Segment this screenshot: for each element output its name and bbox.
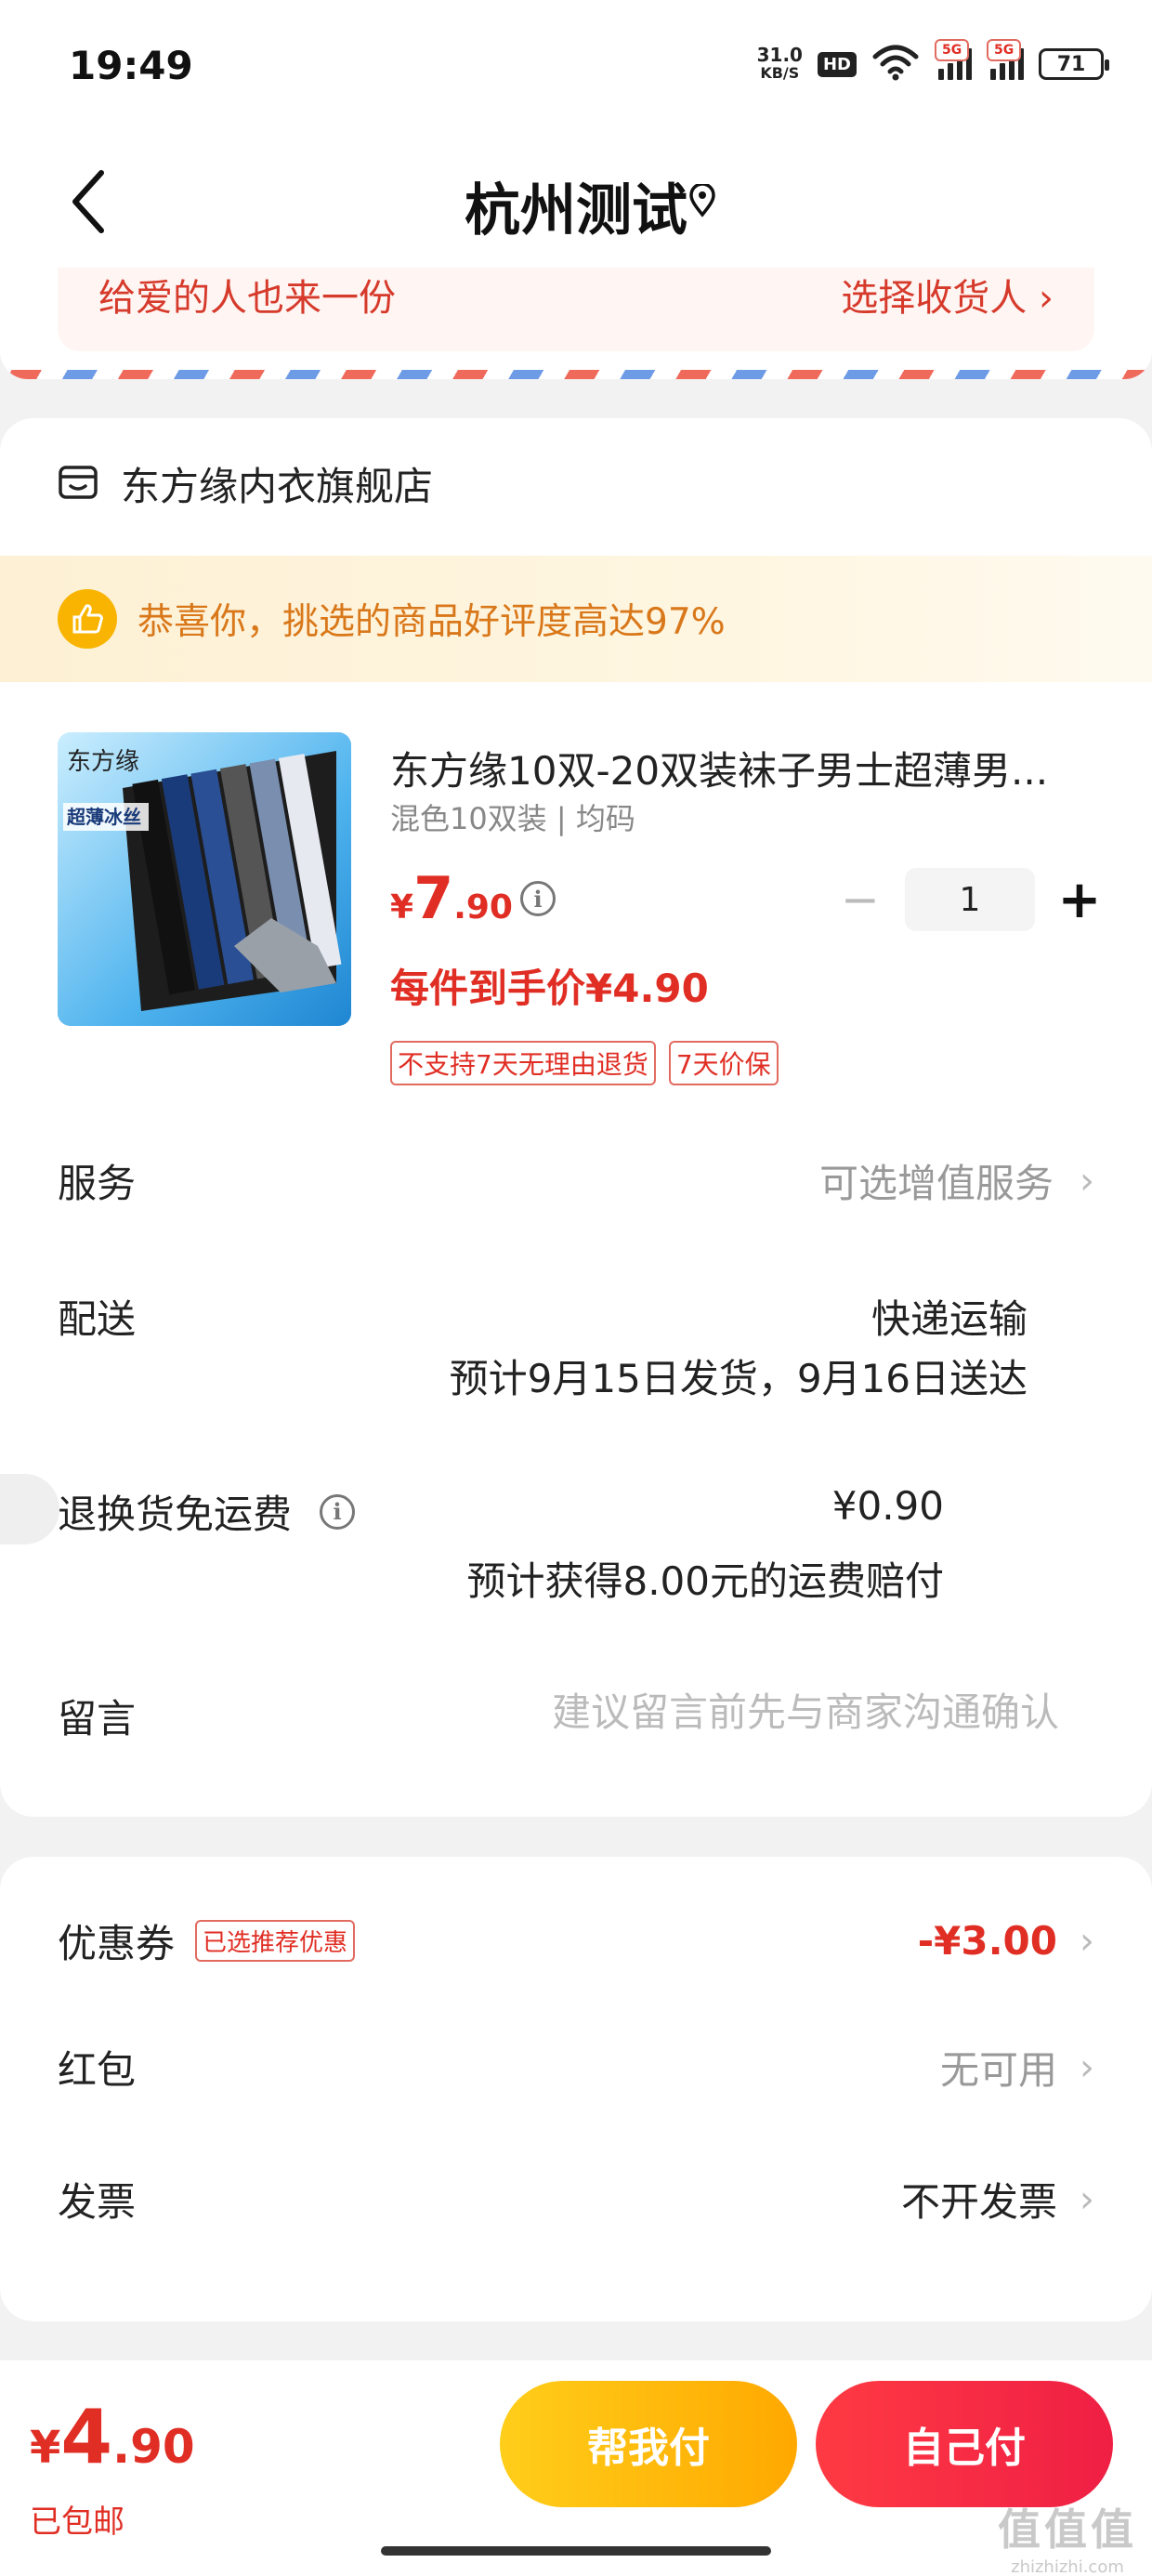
service-row[interactable]: 服务 可选增值服务 › — [58, 1152, 1094, 1209]
store-icon — [58, 462, 98, 506]
delivery-schedule: 预计9月15日发货，9月16日送达 — [449, 1356, 1028, 1401]
image-label: 超薄冰丝 — [66, 806, 141, 828]
signal-icon-1: 5G — [935, 39, 972, 80]
chevron-right-icon: › — [1080, 1919, 1094, 1963]
product-title[interactable]: 东方缘10双-20双装袜子男士超薄男... — [390, 740, 1096, 796]
battery-icon: 71 — [1039, 48, 1109, 80]
delivery-label: 配送 — [58, 1296, 137, 1342]
delivery-method[interactable]: 快递运输 — [871, 1288, 1028, 1345]
return-shipping-price: ¥0.90 — [831, 1483, 944, 1529]
gift-hint: 给爱的人也来一份 — [98, 277, 396, 320]
praise-text: 恭喜你，挑选的商品好评度高达97% — [137, 601, 726, 643]
quantity-stepper: − 1 + — [832, 868, 1107, 931]
select-receiver-link[interactable]: 选择收货人 › — [841, 268, 1054, 322]
quantity-value[interactable]: 1 — [905, 868, 1035, 931]
total-integer: 4 — [60, 2394, 113, 2480]
thumbs-up-icon — [58, 589, 117, 649]
wifi-icon — [871, 44, 920, 85]
coupon-recommended-tag: 已选推荐优惠 — [195, 1920, 356, 1962]
status-icons: 31.0 KB/S HD 5G 5G 71 — [757, 39, 1109, 87]
invoice-value: 不开发票 — [900, 2179, 1057, 2225]
home-indicator[interactable] — [381, 2546, 771, 2556]
network-speed: 31.0 KB/S — [757, 46, 803, 83]
red-packet-row[interactable]: 红包 无可用 › — [58, 2039, 1094, 2096]
product-spec[interactable]: 混色10双装 | 均码 — [390, 795, 635, 838]
network-speed-unit: KB/S — [760, 64, 800, 82]
return-shipping-toggle[interactable] — [0, 1474, 59, 1544]
return-shipping-label-group: 退换货免运费 i — [58, 1483, 356, 1540]
status-bar: 19:49 31.0 KB/S HD 5G 5G 71 — [0, 0, 1152, 138]
signal-1-label: 5G — [935, 39, 970, 61]
total-decimal: .90 — [112, 2420, 195, 2474]
store-header[interactable]: 东方缘内衣旗舰店 — [58, 455, 433, 512]
battery-level: 71 — [1056, 52, 1086, 76]
product-tags: 不支持7天无理由退货 7天价保 — [390, 1041, 779, 1085]
chevron-right-icon: › — [1080, 2045, 1094, 2089]
info-icon[interactable]: i — [520, 881, 556, 916]
price-integer: 7 — [413, 864, 454, 932]
invoice-label: 发票 — [58, 2179, 137, 2225]
status-time: 19:49 — [69, 43, 193, 88]
red-packet-label: 红包 — [58, 2047, 137, 2093]
location-icon[interactable] — [684, 165, 721, 236]
decrease-quantity-button[interactable]: − — [832, 872, 888, 927]
page-title: 杭州测试 — [465, 178, 687, 243]
checkout-bar: ¥ 4 .90 已包邮 帮我付 自己付 — [0, 2360, 1152, 2576]
airmail-border — [0, 370, 1152, 379]
price-decimal: .90 — [453, 888, 513, 927]
chevron-right-icon: › — [1080, 1159, 1094, 1203]
message-label: 留言 — [58, 1696, 137, 1741]
order-card: 东方缘内衣旗舰店 恭喜你，挑选的商品好评度高达97% 东方缘 超薄冰丝 东方缘1… — [0, 418, 1152, 1817]
price-currency: ¥ — [390, 888, 414, 927]
help-pay-button[interactable]: 帮我付 — [500, 2381, 797, 2507]
message-input[interactable] — [390, 1684, 1059, 1740]
chevron-right-icon: › — [1080, 2177, 1094, 2221]
self-pay-button[interactable]: 自己付 — [816, 2381, 1113, 2507]
watermark-logo: 值值值 — [998, 2504, 1137, 2555]
nav-bar: 杭州测试 — [0, 138, 1152, 268]
image-brand: 东方缘 — [67, 748, 139, 776]
product-image[interactable]: 东方缘 超薄冰丝 — [58, 732, 351, 1026]
info-icon[interactable]: i — [320, 1493, 356, 1530]
increase-quantity-button[interactable]: + — [1052, 870, 1107, 930]
discount-card: 优惠券 已选推荐优惠 -¥3.00 › 红包 无可用 › 发票 不开发票 › — [0, 1857, 1152, 2321]
store-name: 东方缘内衣旗舰店 — [121, 464, 434, 509]
return-shipping-label: 退换货免运费 — [58, 1492, 293, 1537]
watermark-url: zhizhizhi.com — [1011, 2557, 1124, 2576]
total-price: ¥ 4 .90 — [30, 2394, 195, 2480]
price-protect-tag: 7天价保 — [668, 1041, 779, 1085]
praise-banner: 恭喜你，挑选的商品好评度高达97% — [0, 556, 1152, 682]
signal-icon-2: 5G — [987, 39, 1024, 80]
return-shipping-compensation: 预计获得8.00元的运费赔付 — [466, 1558, 944, 1604]
service-value: 可选增值服务 — [818, 1161, 1054, 1206]
service-label: 服务 — [58, 1161, 137, 1206]
no-return-tag: 不支持7天无理由退货 — [390, 1041, 656, 1085]
red-packet-value: 无可用 — [939, 2047, 1057, 2093]
watermark: 值值值 zhizhizhi.com — [998, 2496, 1137, 2576]
total-currency: ¥ — [30, 2422, 61, 2474]
unit-price: 每件到手价¥4.90 — [390, 966, 709, 1011]
invoice-row[interactable]: 发票 不开发票 › — [58, 2171, 1094, 2228]
hd-icon: HD — [817, 51, 857, 77]
address-banner[interactable]: 给爱的人也来一份 选择收货人 › — [58, 268, 1094, 351]
signal-2-label: 5G — [987, 39, 1022, 61]
coupon-value: -¥3.00 — [917, 1918, 1057, 1964]
coupon-label: 优惠券 — [58, 1921, 176, 1966]
product-price: ¥ 7 .90 — [390, 864, 513, 932]
network-speed-value: 31.0 — [756, 44, 803, 66]
address-card: 给爱的人也来一份 选择收货人 › — [0, 268, 1152, 379]
free-shipping-label: 已包邮 — [30, 2504, 124, 2541]
coupon-row[interactable]: 优惠券 已选推荐优惠 -¥3.00 › — [58, 1912, 1094, 1969]
